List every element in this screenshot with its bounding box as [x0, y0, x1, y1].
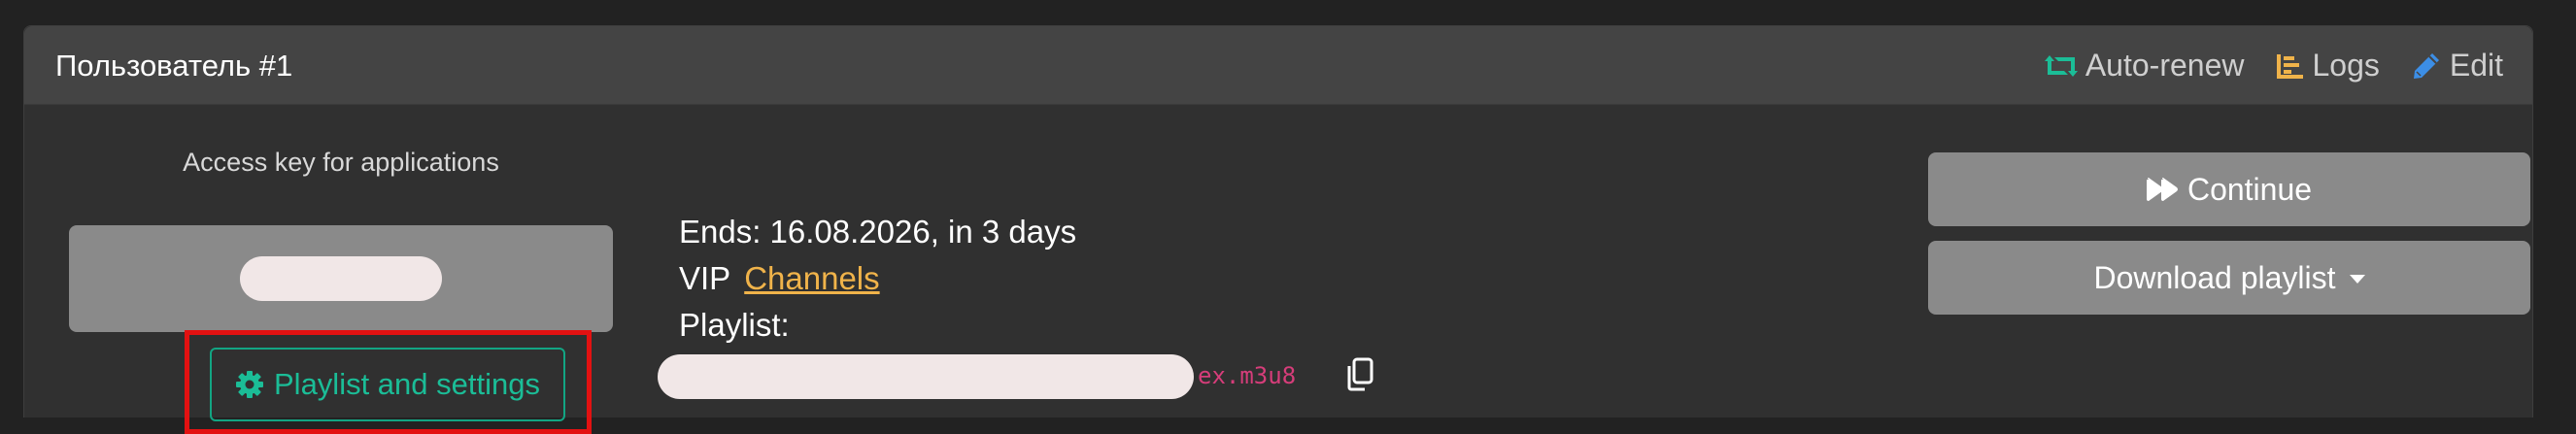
caret-down-icon	[2349, 274, 2365, 284]
edit-label: Edit	[2449, 48, 2503, 83]
copy-icon[interactable]	[1343, 356, 1376, 393]
logs-label: Logs	[2312, 48, 2380, 83]
logs-link[interactable]: Logs	[2275, 48, 2380, 83]
playlist-url-row: ex.m3u8	[658, 352, 1396, 399]
auto-renew-link[interactable]: Auto-renew	[2044, 48, 2245, 83]
access-key-box[interactable]	[69, 225, 613, 332]
playlist-url-suffix[interactable]: ex.m3u8	[1198, 352, 1296, 399]
access-key-redacted	[240, 256, 442, 301]
plan-row: VIP Channels	[679, 257, 880, 300]
auto-renew-label: Auto-renew	[2085, 48, 2245, 83]
card-title: Пользователь #1	[55, 49, 293, 83]
continue-button[interactable]: Continue	[1928, 152, 2530, 226]
retweet-icon	[2044, 54, 2078, 77]
access-key-section: Access key for applications Playlist and…	[69, 143, 613, 434]
playlist-settings-button[interactable]: Playlist and settings	[210, 348, 565, 421]
plan-name: VIP	[679, 260, 731, 296]
playlist-label: Playlist:	[679, 307, 790, 343]
ends-text: Ends: 16.08.2026, in 3 days	[679, 214, 1077, 250]
download-playlist-button[interactable]: Download playlist	[1928, 241, 2530, 315]
user-card: Пользователь #1 Auto-renew Logs Edit Acc…	[23, 25, 2533, 434]
header-actions: Auto-renew Logs Edit	[2044, 26, 2503, 105]
gear-icon	[236, 371, 263, 398]
card-header: Пользователь #1 Auto-renew Logs Edit	[24, 26, 2532, 105]
access-key-label: Access key for applications	[183, 148, 499, 177]
playlist-settings-label: Playlist and settings	[274, 367, 540, 401]
channels-link[interactable]: Channels	[744, 260, 879, 296]
edit-link[interactable]: Edit	[2411, 48, 2503, 83]
pencil-icon	[2413, 52, 2439, 79]
playlist-url-redacted	[658, 354, 1194, 399]
fast-forward-icon	[2146, 178, 2178, 201]
bar-chart-icon	[2277, 53, 2304, 79]
download-playlist-label: Download playlist	[2093, 259, 2336, 295]
continue-label: Continue	[2186, 171, 2313, 207]
